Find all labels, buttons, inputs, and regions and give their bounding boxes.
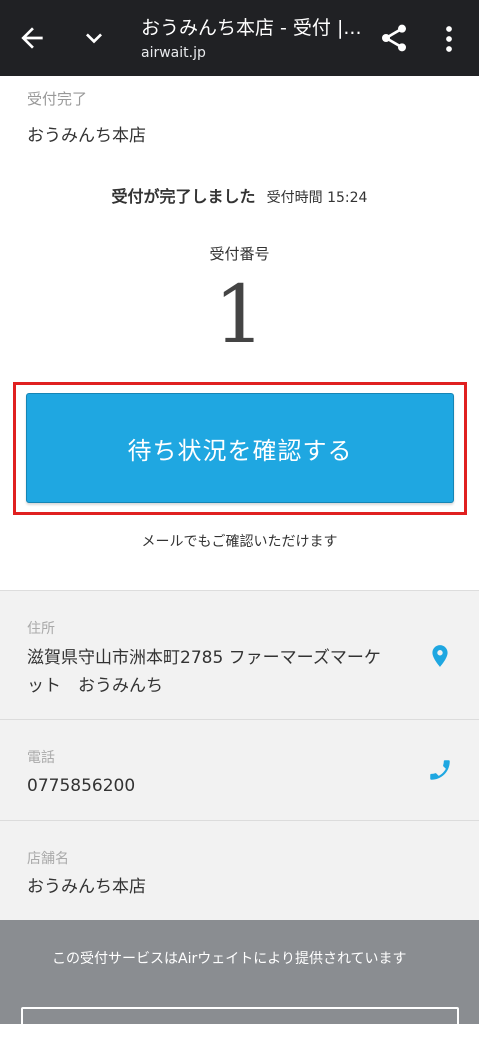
address-line-2: ット おうみんち — [27, 676, 163, 696]
store-label: 店舗名 — [27, 851, 69, 867]
phone-row[interactable]: 電話 0775856200 — [0, 720, 479, 821]
address-label: 住所 — [27, 621, 55, 637]
page-title: おうみんち本店 - 受付 |... — [141, 17, 361, 39]
info-section: 住所 滋賀県守山市洲本町2785 ファーマーズマーケ ット おうみんち 電話 0… — [0, 590, 479, 920]
phone-label: 電話 — [27, 750, 55, 766]
footer-button[interactable] — [21, 1007, 459, 1047]
shop-name: おうみんち本店 — [27, 126, 146, 146]
phone-icon[interactable] — [427, 752, 453, 788]
browser-toolbar: おうみんち本店 - 受付 |... airwait.jp — [0, 0, 479, 76]
reception-number: 1 — [214, 268, 265, 361]
store-row: 店舗名 おうみんち本店 — [0, 821, 479, 921]
phone-number: 0775856200 — [27, 776, 136, 796]
chevron-down-icon[interactable] — [78, 22, 110, 54]
complete-text: 受付が完了しました — [111, 187, 256, 206]
status-label: 受付完了 — [27, 90, 88, 108]
share-icon[interactable] — [378, 22, 410, 54]
more-vert-icon[interactable] — [438, 24, 460, 54]
complete-message: 受付が完了しました 受付時間 15:24 — [0, 183, 479, 207]
footer: この受付サービスはAirウェイトにより提供されています — [0, 920, 479, 1047]
reception-time: 受付時間 15:24 — [266, 190, 368, 206]
address-row[interactable]: 住所 滋賀県守山市洲本町2785 ファーマーズマーケ ット おうみんち — [0, 591, 479, 720]
page-url: airwait.jp — [141, 45, 206, 61]
back-arrow-icon[interactable] — [16, 22, 48, 54]
number-label: 受付番号 — [209, 245, 270, 263]
store-name: おうみんち本店 — [27, 877, 146, 897]
footer-text: この受付サービスはAirウェイトにより提供されています — [52, 951, 407, 967]
map-pin-icon[interactable] — [427, 641, 453, 671]
mail-note: メールでもご確認いただけます — [141, 534, 338, 550]
address-line-1: 滋賀県守山市洲本町2785 ファーマーズマーケ — [27, 648, 381, 668]
check-status-button[interactable]: 待ち状況を確認する — [26, 393, 454, 503]
